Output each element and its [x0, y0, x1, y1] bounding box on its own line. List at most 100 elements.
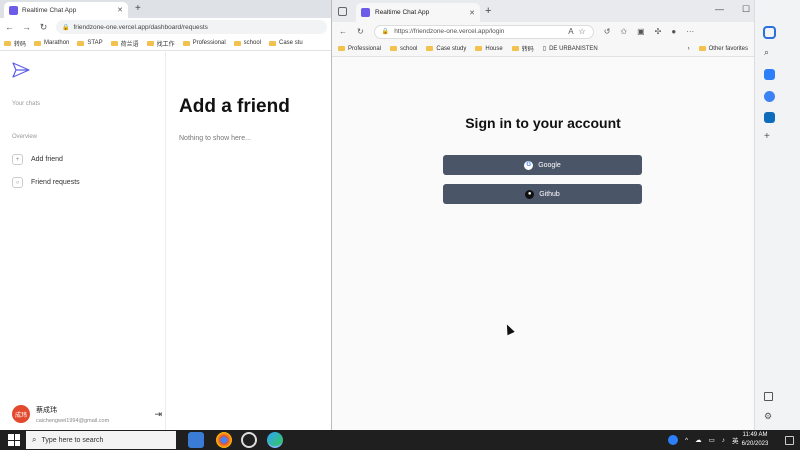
- folder-icon: [390, 46, 398, 51]
- bookmark-item[interactable]: school: [390, 46, 417, 52]
- volume-icon[interactable]: ♪: [722, 437, 725, 444]
- search-placeholder: Type here to search: [41, 436, 104, 444]
- favorite-star-icon[interactable]: ☆: [579, 27, 586, 36]
- back-icon[interactable]: ←: [5, 22, 14, 32]
- taskbar-clock[interactable]: 11:49 AM 6/20/2023: [735, 431, 775, 448]
- obs-icon[interactable]: [241, 432, 257, 448]
- cloud-icon[interactable]: ☁: [695, 436, 702, 444]
- empty-state-message: Nothing to show here...: [179, 135, 251, 142]
- shopping-tag-icon[interactable]: [764, 69, 775, 80]
- bookmark-item[interactable]: 转码: [4, 39, 26, 48]
- bookmark-label: STAP: [87, 40, 103, 46]
- refresh-extension-icon[interactable]: ↺: [604, 27, 611, 36]
- left-address-bar[interactable]: 🔒 friendzone-one.vercel.app/dashboard/re…: [56, 20, 327, 34]
- new-tab-icon[interactable]: +: [135, 3, 141, 14]
- sidebar-item-label: Add friend: [31, 156, 63, 163]
- right-url: https://friendzone-one.vercel.app/login: [394, 28, 505, 35]
- forward-icon[interactable]: →: [22, 22, 31, 32]
- folder-icon: [34, 40, 42, 46]
- new-tab-icon[interactable]: +: [485, 5, 491, 17]
- extensions-icon[interactable]: ✣: [655, 27, 662, 36]
- bookmark-item[interactable]: STAP: [77, 40, 103, 46]
- bookmark-item[interactable]: Case study: [426, 46, 466, 52]
- battery-icon[interactable]: ▭: [709, 436, 715, 444]
- folder-icon: [146, 40, 154, 46]
- bookmark-label: 荷兰语: [120, 41, 139, 48]
- bookmark-label: Other favorites: [708, 45, 748, 52]
- sign-out-icon[interactable]: ⇥: [154, 409, 162, 420]
- help-icon[interactable]: [668, 435, 678, 445]
- bookmark-item[interactable]: school: [233, 40, 262, 46]
- notifications-icon[interactable]: [785, 436, 794, 445]
- bookmark-item[interactable]: 荷兰语: [110, 39, 139, 48]
- right-browser-tab[interactable]: Realtime Chat App ✕: [356, 3, 480, 22]
- taskbar-search-box[interactable]: ⌕ Type here to search: [26, 431, 176, 449]
- tab-actions-icon[interactable]: [338, 7, 347, 16]
- add-sidebar-icon[interactable]: +: [764, 131, 770, 142]
- user-email: caichengwei1994@gmail.com: [36, 417, 110, 424]
- user-info: 蔡成玮 caichengwei1994@gmail.com: [36, 405, 148, 424]
- system-tray: ^ ☁ ▭ ♪ 英: [668, 431, 738, 449]
- bookmark-item[interactable]: 找工作: [146, 39, 175, 48]
- favorites-icon[interactable]: ✩: [620, 27, 627, 36]
- left-browser-tab[interactable]: Realtime Chat App ✕: [4, 2, 128, 18]
- bookmark-item[interactable]: ▯ DE URBANISTEN: [542, 45, 598, 53]
- outlook-icon[interactable]: [764, 112, 775, 123]
- settings-gear-icon[interactable]: ⚙: [764, 411, 772, 422]
- reload-icon[interactable]: ↻: [357, 27, 364, 36]
- read-aloud-icon[interactable]: A: [568, 27, 573, 36]
- bookmark-item[interactable]: Professional: [338, 46, 381, 52]
- bookmark-label: 转码: [14, 41, 27, 48]
- search-icon[interactable]: ⌕: [764, 47, 769, 58]
- app-favicon-icon: [361, 8, 370, 17]
- left-url: friendzone-one.vercel.app/dashboard/requ…: [73, 23, 208, 31]
- bookmark-label: school: [243, 40, 262, 46]
- bookmark-item[interactable]: Case stu: [269, 40, 303, 46]
- google-signin-button[interactable]: G Google: [443, 155, 642, 175]
- bookmark-label: school: [400, 45, 418, 52]
- paper-plane-logo-icon[interactable]: [12, 62, 30, 78]
- tools-icon[interactable]: [764, 91, 775, 102]
- chrome-icon[interactable]: [216, 432, 232, 448]
- signin-heading: Sign in to your account: [465, 115, 621, 131]
- back-icon[interactable]: ←: [339, 27, 347, 36]
- login-page: [332, 58, 754, 430]
- bookmark-item[interactable]: Professional: [182, 40, 226, 46]
- github-signin-button[interactable]: ● Github: [443, 184, 642, 204]
- page-icon: ▯: [542, 46, 547, 52]
- close-tab-icon[interactable]: ✕: [469, 9, 475, 17]
- bookmark-item[interactable]: 转码: [511, 44, 534, 53]
- show-hidden-icons-icon[interactable]: ^: [685, 437, 688, 444]
- bookmarks-overflow-icon[interactable]: ›: [688, 46, 690, 52]
- app-sidebar: [0, 52, 166, 430]
- bing-chat-icon[interactable]: [763, 26, 776, 39]
- your-chats-label: Your chats: [12, 101, 41, 107]
- right-tab-title: Realtime Chat App: [375, 9, 430, 16]
- right-address-bar[interactable]: 🔒 https://friendzone-one.vercel.app/logi…: [373, 24, 594, 39]
- bookmark-item[interactable]: House: [475, 45, 503, 52]
- sidebar-item-friend-requests[interactable]: ○ Friend requests: [12, 177, 80, 188]
- bookmark-label: DE URBANISTEN: [549, 45, 598, 52]
- bookmark-label: House: [485, 45, 503, 52]
- lock-icon: 🔒: [381, 29, 390, 35]
- right-toolbar: ← ↻ 🔒 https://friendzone-one.vercel.app/…: [332, 22, 754, 41]
- mail-app-icon[interactable]: [188, 432, 204, 448]
- other-favorites[interactable]: Other favorites: [698, 45, 748, 52]
- hide-sidebar-icon[interactable]: [764, 392, 773, 401]
- folder-icon: [426, 46, 434, 51]
- close-tab-icon[interactable]: ✕: [117, 6, 123, 14]
- profile-icon[interactable]: ●: [671, 27, 676, 36]
- collections-icon[interactable]: ▣: [637, 27, 645, 36]
- windows-start-icon[interactable]: [8, 434, 20, 446]
- minimize-icon[interactable]: —: [715, 4, 724, 14]
- folder-icon: [110, 40, 118, 46]
- maximize-icon[interactable]: ☐: [742, 4, 750, 15]
- user-plus-icon: +: [12, 154, 23, 165]
- edge-icon[interactable]: [267, 432, 283, 448]
- bookmark-label: Case study: [436, 45, 467, 52]
- sidebar-item-add-friend[interactable]: + Add friend: [12, 154, 63, 165]
- reload-icon[interactable]: ↻: [39, 22, 48, 33]
- folder-icon: [475, 46, 483, 51]
- bookmark-item[interactable]: Marathon: [34, 40, 69, 46]
- more-options-icon[interactable]: ···: [686, 27, 694, 36]
